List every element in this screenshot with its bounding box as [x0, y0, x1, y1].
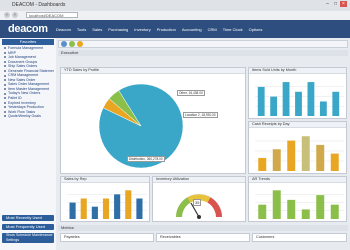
logo-text: deacom — [8, 23, 48, 35]
bar-chart-4 — [255, 190, 344, 219]
bar — [332, 91, 340, 116]
bar — [330, 204, 339, 219]
bar — [80, 198, 87, 219]
bar — [102, 198, 110, 219]
menu-item-inventory[interactable]: Inventory — [134, 26, 150, 34]
back-icon[interactable]: ‹ — [4, 12, 10, 18]
sidebar-item-icon — [4, 97, 6, 100]
customers-panel[interactable]: Customers — [252, 233, 347, 242]
menu-item-sales[interactable]: Sales — [92, 26, 102, 34]
gauge-red-band — [207, 197, 222, 218]
bar — [330, 153, 339, 171]
bar — [270, 96, 278, 116]
gauge-value: 35 — [193, 199, 202, 206]
settings-icon[interactable] — [77, 41, 83, 47]
favorites-list: Formula Management MRP Job Management Docum… — [4, 46, 54, 119]
sidebar-item-icon — [4, 60, 6, 63]
bar-chart-panel-2: Cash Receipts by Day — [248, 121, 347, 174]
menu-item-crm[interactable]: CRM — [208, 26, 217, 34]
bar — [287, 199, 296, 219]
close-button[interactable]: × — [340, 1, 347, 7]
bar — [301, 136, 310, 171]
sidebar-item-icon — [4, 65, 6, 68]
menu-item-production[interactable]: Production — [157, 26, 176, 34]
bar — [282, 82, 290, 116]
dashboard-toolbar — [58, 40, 348, 48]
bar-chart-1 — [255, 82, 344, 116]
bar — [69, 202, 76, 219]
menu-item-time-clock[interactable]: Time Clock — [223, 26, 243, 34]
bar-chart-3 — [67, 190, 147, 219]
sidebar-item-label: Quote/Weekly Goals — [8, 114, 41, 119]
forward-icon[interactable]: › — [12, 12, 18, 18]
sidebar-item-icon — [4, 47, 6, 50]
window-title: DEACOM - Dashboards — [12, 2, 66, 8]
bar — [295, 91, 302, 116]
bar — [257, 86, 265, 116]
deacom-logo: deacom — [8, 23, 48, 35]
gauge-panel: Inventory Utilization 35 — [152, 176, 246, 222]
gauge-hub — [197, 215, 201, 219]
executive-section-header: Executive — [58, 50, 348, 56]
favorites-header: Favorites — [2, 39, 54, 45]
bar — [258, 204, 267, 219]
bar — [272, 190, 281, 219]
menu-item-tools[interactable]: Tools — [77, 26, 86, 34]
pie-label-location: Location 2, 18,930.00 — [183, 112, 218, 118]
payables-panel[interactable]: Payables — [60, 233, 154, 242]
receivables-panel[interactable]: Receivables — [156, 233, 250, 242]
menu-item-accounting[interactable]: Accounting — [182, 26, 202, 34]
sidebar-item-icon — [4, 92, 6, 95]
sidebar-item-icon — [4, 56, 6, 59]
add-icon[interactable] — [69, 41, 75, 47]
most-frequently-used-button[interactable]: Most Frequently Used — [2, 224, 54, 230]
bar-chart-panel-1: Items Sold Units by Month — [248, 67, 347, 119]
gauge-green-band — [176, 197, 191, 218]
sidebar-item-icon — [4, 83, 6, 86]
menu-item-deacom[interactable]: Deacom — [56, 26, 71, 34]
pie-label-other: Other, 16,438.00 — [177, 90, 205, 96]
metrics-section-header: Metrics — [58, 225, 348, 231]
bar — [287, 140, 296, 171]
sidebar-item-icon — [4, 70, 6, 72]
maximize-button[interactable]: □ — [332, 1, 339, 7]
most-recently-used-button[interactable]: Most Recently Used — [2, 215, 54, 221]
bar — [316, 144, 325, 171]
bar-chart-panel-3: Sales by Rep — [60, 176, 150, 222]
sidebar-item-icon — [4, 101, 6, 104]
sidebar-item-icon — [4, 88, 6, 91]
bar — [272, 149, 281, 171]
bar-chart-panel-4: AR Trends — [248, 176, 347, 222]
bar-chart-2 — [255, 136, 344, 171]
sidebar-item-icon — [4, 110, 6, 113]
schedule-settings-button[interactable]: Show Schedule Maintenance Settings — [2, 233, 54, 243]
main-menu: Deacom Tools Sales Purchasing Inventory Produ… — [56, 26, 262, 34]
bar — [91, 206, 98, 219]
sidebar-item-icon — [4, 74, 6, 77]
pie-chart-panel: YTD Sales by Profile Other, 16,438.00 Lo… — [60, 67, 246, 174]
bar — [301, 209, 310, 219]
refresh-icon[interactable] — [61, 41, 67, 47]
minimize-button[interactable]: – — [324, 1, 331, 7]
bar — [316, 195, 325, 219]
bar — [319, 101, 327, 116]
bar — [125, 190, 132, 219]
sidebar-item-icon — [4, 51, 6, 54]
bar — [114, 194, 121, 219]
address-bar[interactable]: localhost/DEACOM — [26, 12, 78, 18]
sidebar-item-icon — [4, 106, 6, 109]
sidebar-item[interactable]: Quote/Weekly Goals — [4, 114, 54, 119]
pie-label-distribution: Distribution, 360,278.00 — [127, 156, 165, 162]
bar — [258, 157, 267, 171]
sidebar-item-icon — [4, 115, 6, 118]
menu-item-purchasing[interactable]: Purchasing — [108, 26, 128, 34]
menu-item-options[interactable]: Options — [249, 26, 263, 34]
bar — [136, 198, 143, 219]
sidebar-item-icon — [4, 79, 6, 82]
bar — [307, 82, 315, 116]
